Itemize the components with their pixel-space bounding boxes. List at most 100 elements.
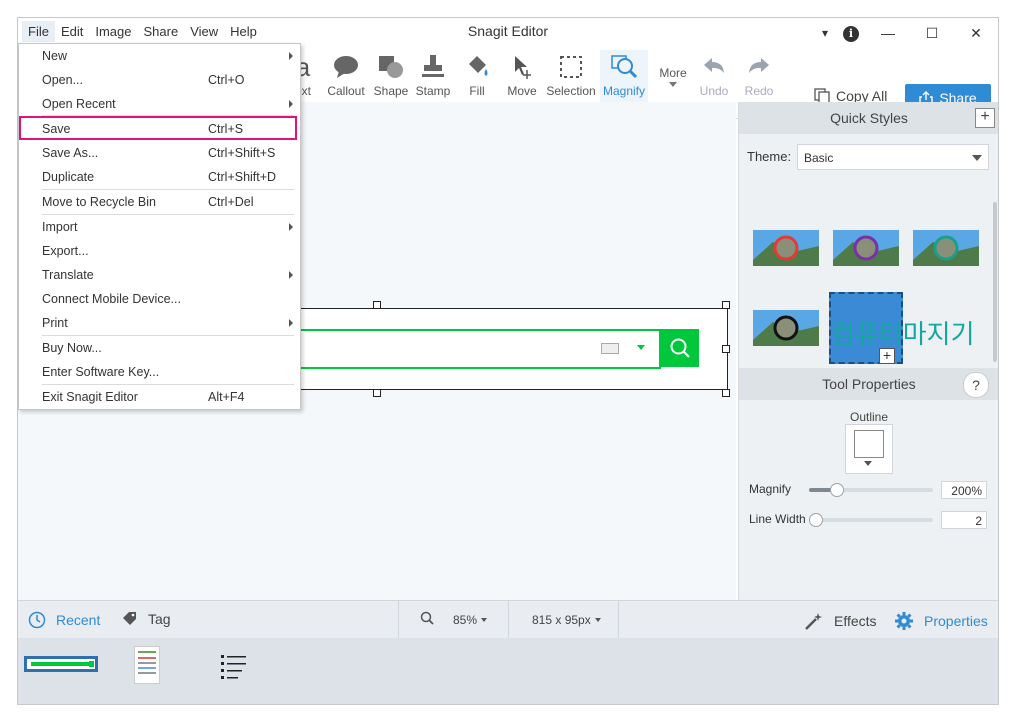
menu-item-label: Import bbox=[42, 220, 78, 234]
help-button[interactable]: ? bbox=[963, 372, 989, 398]
menu-item-duplicate[interactable]: Duplicate Ctrl+Shift+D bbox=[19, 165, 300, 189]
tool-undo-label: Undo bbox=[699, 84, 729, 98]
shape-icon bbox=[368, 50, 414, 84]
more-icon bbox=[669, 82, 677, 87]
menu-item-shortcut: Ctrl+Shift+D bbox=[208, 170, 277, 184]
custom-text-overlay: 컴퓨터마지기 bbox=[831, 320, 975, 350]
effects-button[interactable]: Effects bbox=[804, 611, 877, 631]
divider bbox=[508, 601, 509, 639]
dropdown-icon[interactable]: ▾ bbox=[814, 26, 836, 40]
quick-style-thumb[interactable] bbox=[833, 230, 899, 266]
menu-item-shortcut: Alt+F4 bbox=[208, 390, 245, 404]
line-width-value[interactable]: 2 bbox=[941, 511, 987, 529]
menu-item-save-as[interactable]: Save As... Ctrl+Shift+S bbox=[19, 141, 300, 165]
file-menu: New Open... Ctrl+O Open Recent Save Ctrl+S… bbox=[18, 43, 301, 410]
tool-callout-label: Callout bbox=[327, 84, 365, 98]
menu-item-label: Buy Now... bbox=[42, 341, 102, 355]
menu-item-new[interactable]: New bbox=[19, 44, 300, 68]
quick-style-thumb[interactable] bbox=[753, 310, 819, 346]
zoom-dropdown[interactable]: 85% bbox=[453, 613, 488, 627]
menu-item-import[interactable]: Import bbox=[19, 215, 300, 239]
tool-stamp-label: Stamp bbox=[415, 84, 451, 98]
quick-style-thumb[interactable] bbox=[753, 230, 819, 266]
wand-icon bbox=[805, 613, 822, 630]
close-icon[interactable]: ✕ bbox=[954, 25, 998, 42]
list-icon[interactable] bbox=[220, 652, 248, 683]
tool-selection-label: Selection bbox=[546, 84, 596, 98]
menu-item-software-key[interactable]: Enter Software Key... bbox=[19, 360, 300, 384]
menu-item-translate[interactable]: Translate bbox=[19, 263, 300, 287]
stamp-icon bbox=[410, 50, 456, 84]
magnify-value[interactable]: 200% bbox=[941, 481, 987, 499]
tag-icon bbox=[123, 612, 136, 625]
menu-item-exit[interactable]: Exit Snagit Editor Alt+F4 bbox=[19, 385, 300, 409]
line-width-slider[interactable] bbox=[809, 513, 933, 527]
tool-magnify-label: Magnify bbox=[602, 84, 646, 98]
menu-item-label: Translate bbox=[42, 268, 94, 282]
menu-item-shortcut: Ctrl+Del bbox=[208, 195, 254, 209]
outline-color-picker[interactable] bbox=[845, 424, 893, 474]
search-field-image bbox=[299, 329, 661, 369]
search-icon bbox=[661, 329, 699, 367]
chevron-right-icon bbox=[289, 223, 293, 231]
tool-move-label: Move bbox=[507, 84, 537, 98]
menu-item-export[interactable]: Export... bbox=[19, 239, 300, 263]
chevron-right-icon bbox=[289, 52, 293, 60]
status-bar: Recent Tag 85% 815 x 95px Effects Proper… bbox=[18, 600, 998, 639]
menu-item-recycle[interactable]: Move to Recycle Bin Ctrl+Del bbox=[19, 190, 300, 214]
resize-handle[interactable] bbox=[722, 345, 730, 353]
magnify-label: Magnify bbox=[749, 482, 792, 496]
menu-item-shortcut: Ctrl+Shift+S bbox=[208, 146, 276, 160]
properties-button[interactable]: Properties bbox=[894, 611, 988, 631]
resize-handle[interactable] bbox=[373, 389, 381, 397]
magnify-slider-knob[interactable] bbox=[830, 483, 845, 497]
scrollbar[interactable] bbox=[993, 202, 997, 362]
recent-label: Recent bbox=[56, 612, 101, 628]
menu-item-connect-mobile[interactable]: Connect Mobile Device... bbox=[19, 287, 300, 311]
tray-thumb-document[interactable] bbox=[134, 646, 160, 684]
chevron-down-icon bbox=[481, 618, 488, 622]
maximize-icon[interactable]: ☐ bbox=[910, 25, 954, 42]
fill-icon bbox=[454, 50, 500, 84]
theme-dropdown[interactable]: Basic bbox=[797, 144, 989, 170]
outline-label: Outline bbox=[849, 410, 889, 424]
redo-icon bbox=[736, 50, 782, 84]
window-controls: ▾ i — ☐ ✕ bbox=[814, 18, 998, 48]
save-highlight-box bbox=[19, 116, 297, 140]
menu-item-print[interactable]: Print bbox=[19, 311, 300, 335]
line-width-slider-knob[interactable] bbox=[809, 513, 824, 527]
zoom-search-icon[interactable] bbox=[420, 611, 434, 625]
tray-thumb-selected[interactable] bbox=[24, 656, 98, 672]
move-icon bbox=[499, 50, 545, 84]
magnify-slider[interactable] bbox=[809, 483, 933, 497]
info-icon[interactable]: i bbox=[836, 24, 866, 42]
minimize-icon[interactable]: — bbox=[866, 25, 910, 41]
menu-item-label: New bbox=[42, 49, 68, 63]
recent-button[interactable]: Recent bbox=[28, 611, 100, 629]
menu-item-label: Export... bbox=[42, 244, 89, 258]
captured-image[interactable] bbox=[298, 308, 728, 390]
resize-handle[interactable] bbox=[722, 301, 730, 309]
chevron-right-icon bbox=[289, 319, 293, 327]
properties-label: Properties bbox=[924, 613, 988, 629]
menu-item-buy-now[interactable]: Buy Now... bbox=[19, 336, 300, 360]
line-width-label: Line Width bbox=[749, 512, 806, 526]
chevron-down-icon bbox=[972, 155, 982, 161]
selection-icon bbox=[545, 50, 597, 84]
quick-style-thumb[interactable] bbox=[913, 230, 979, 266]
chevron-down-icon bbox=[864, 461, 872, 466]
menu-item-label: Open Recent bbox=[42, 97, 116, 111]
effects-label: Effects bbox=[834, 613, 877, 629]
add-style-button[interactable]: + bbox=[975, 108, 995, 128]
clock-icon bbox=[28, 611, 46, 629]
resize-handle[interactable] bbox=[722, 389, 730, 397]
size-dropdown[interactable]: 815 x 95px bbox=[532, 613, 601, 627]
resize-handle[interactable] bbox=[373, 301, 381, 309]
theme-value: Basic bbox=[804, 151, 834, 165]
tag-button[interactable]: Tag bbox=[122, 611, 171, 627]
quick-styles-header: Quick Styles + bbox=[739, 102, 998, 134]
menu-item-open[interactable]: Open... Ctrl+O bbox=[19, 68, 300, 92]
tool-shape-label: Shape bbox=[373, 84, 409, 98]
menu-item-open-recent[interactable]: Open Recent bbox=[19, 92, 300, 116]
menu-item-label: Duplicate bbox=[42, 170, 95, 184]
